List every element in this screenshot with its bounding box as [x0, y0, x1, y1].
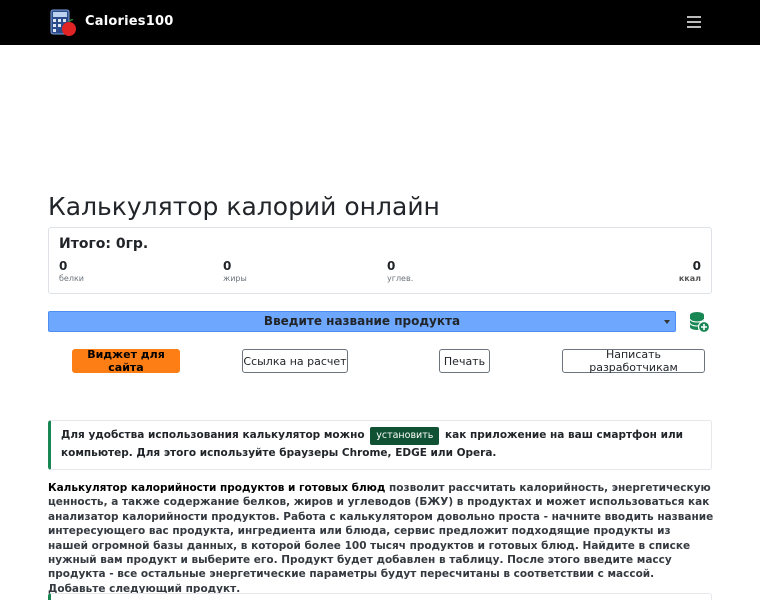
chevron-down-icon — [664, 320, 670, 324]
description-strong: Калькулятор калорийности продуктов и гот… — [48, 482, 386, 494]
product-search-placeholder: Введите название продукта — [263, 314, 461, 328]
install-notice: Для удобства использования калькулятор м… — [48, 420, 712, 470]
install-app-button[interactable]: установить — [370, 427, 440, 445]
install-text-before: Для удобства использования калькулятор м… — [61, 429, 365, 441]
protein-label: белки — [59, 274, 84, 283]
carbs-label: углев. — [387, 274, 414, 283]
kcal-value: 0 — [692, 259, 701, 273]
print-button[interactable]: Печать — [439, 349, 490, 373]
description-paragraph: Калькулятор калорийности продуктов и гот… — [48, 481, 714, 596]
share-link-button[interactable]: Ссылка на расчет — [242, 349, 348, 373]
totals-title: Итого: 0гр. — [59, 236, 149, 252]
database-add-icon[interactable] — [688, 311, 710, 333]
fat-value: 0 — [223, 259, 232, 273]
product-search-select[interactable]: Введите название продукта — [48, 311, 676, 332]
kcal-label: ккал — [678, 274, 701, 283]
protein-value: 0 — [59, 259, 68, 273]
site-widget-button[interactable]: Виджет для сайта — [72, 348, 180, 374]
page-title: Калькулятор калорий онлайн — [48, 192, 440, 221]
fat-label: жиры — [223, 274, 247, 283]
carbs-value: 0 — [387, 259, 396, 273]
navbar: Calories100 — [0, 0, 760, 45]
next-notice — [48, 593, 712, 600]
brand-name[interactable]: Calories100 — [85, 14, 173, 29]
install-notice-text: Для удобства использования калькулятор м… — [61, 427, 701, 462]
description-text: позволит рассчитать калорийность, энерге… — [48, 482, 714, 595]
contact-developers-button[interactable]: Написать разработчикам — [562, 348, 705, 374]
totals-card: Итого: 0гр. 0 белки 0 жиры 0 углев. 0 кк… — [48, 227, 712, 294]
hamburger-menu-icon[interactable] — [680, 11, 708, 33]
calculator-apple-icon[interactable] — [50, 9, 77, 37]
